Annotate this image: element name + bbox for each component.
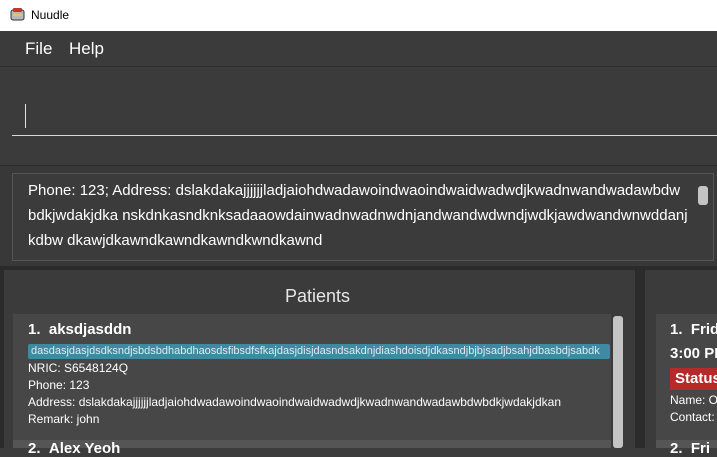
appointment-time: 3:00 PI — [670, 345, 717, 362]
result-display[interactable]: Phone: 123; Address: dslakdakajjjjjjladj… — [12, 173, 714, 261]
window-title: Nuudle — [31, 8, 70, 22]
appointment-name: Name: O — [670, 393, 717, 407]
status-badge-text: Status — [675, 370, 717, 387]
patient-phone: Phone: 123 — [28, 378, 90, 392]
appointment-day: 1. Frid — [670, 321, 717, 338]
command-input[interactable] — [12, 92, 717, 136]
patient-nric: NRIC: S6548124Q — [28, 361, 129, 375]
result-scrollbar[interactable] — [698, 186, 708, 205]
patient-card-name: 2. Alex Yeoh — [28, 440, 121, 457]
patient-tag: dasdasjdasjdsdksndjsbdsbdhabdhaosdsfibsd… — [28, 344, 610, 359]
appointment-contact: Contact: — [670, 410, 715, 424]
status-badge: Status — [670, 368, 717, 390]
appointment-day: 2. Fri — [670, 440, 711, 457]
patient-address: Address: dslakdakajjjjjjladjaiohdwadawoi… — [28, 395, 561, 409]
patient-remark: Remark: john — [28, 412, 100, 426]
result-text: Phone: 123; Address: dslakdakajjjjjjladj… — [28, 182, 688, 249]
patients-title: Patients — [284, 286, 351, 306]
menu-bar: File Help — [0, 31, 717, 66]
app-logo-icon — [10, 8, 25, 21]
menu-help[interactable]: Help — [69, 39, 104, 59]
window-titlebar: Nuudle — [0, 0, 717, 31]
text-caret — [25, 104, 26, 128]
patient-card-name: 1. aksdjasddn — [28, 321, 132, 338]
patient-tag-text: dasdasjdasjdsdksndjsbdsbdhabdhaosdsfibsd… — [31, 345, 600, 357]
menu-file[interactable]: File — [25, 39, 52, 59]
patients-scrollbar[interactable] — [613, 316, 623, 448]
